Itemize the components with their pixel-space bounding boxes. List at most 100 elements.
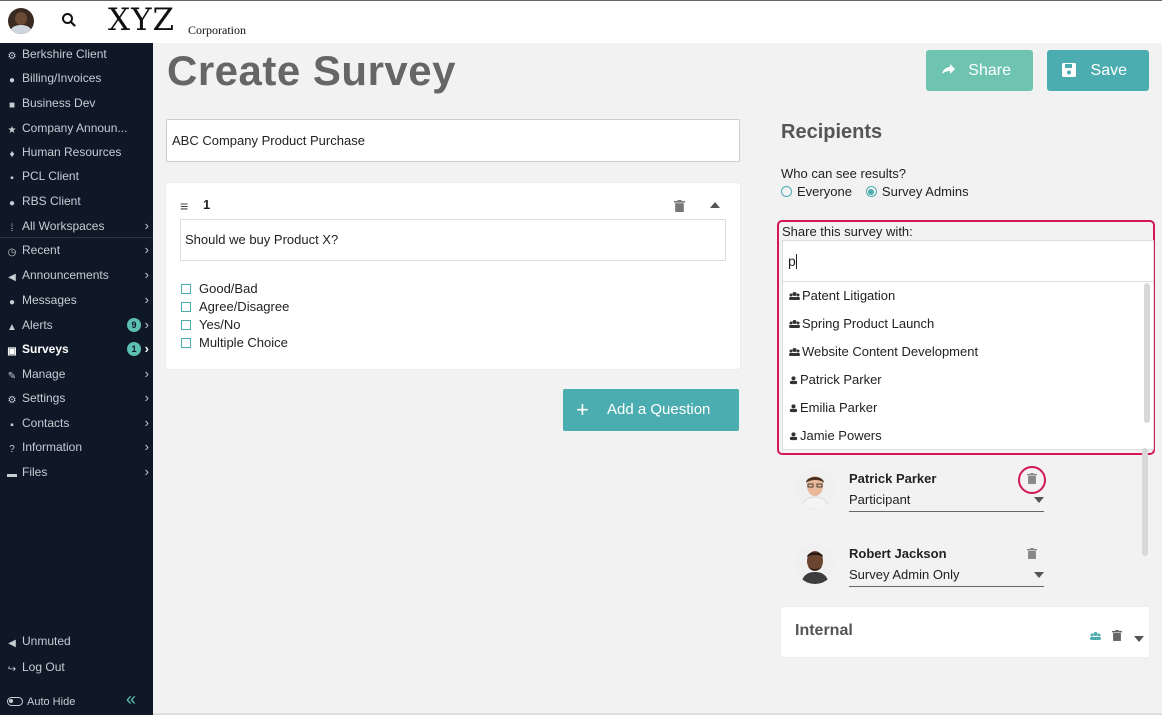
chevron-right-icon: ›	[144, 366, 149, 381]
chevron-right-icon: ›	[144, 218, 149, 233]
add-question-button[interactable]: + Add a Question	[563, 389, 739, 431]
sidebar-item-berkshire-client[interactable]: ⚙ Berkshire Client	[0, 42, 153, 66]
recipient-role-value: Participant	[849, 492, 911, 507]
suggestion-item[interactable]: Patent Litigation	[789, 282, 895, 310]
collapse-sidebar-icon[interactable]: «	[126, 689, 136, 710]
sidebar-item-label: Alerts	[22, 318, 53, 332]
answer-option[interactable]: Multiple Choice	[181, 334, 288, 352]
chevron-down-icon[interactable]	[1134, 636, 1144, 642]
sidebar-item-manage[interactable]: ✎ Manage ›	[0, 362, 153, 386]
search-icon[interactable]	[60, 11, 78, 29]
group-icon	[789, 320, 800, 328]
sidebar-item-billing-invoices[interactable]: ● Billing/Invoices	[0, 66, 153, 90]
trash-icon[interactable]	[674, 200, 685, 212]
sidebar-item-recent[interactable]: ◷ Recent ›	[0, 238, 153, 262]
question-number: 1	[203, 197, 211, 212]
sidebar-item-label: Information	[22, 440, 83, 454]
globe-icon: ●	[8, 198, 16, 209]
checkbox-icon[interactable]	[181, 302, 191, 312]
suggestion-label: Patent Litigation	[802, 288, 896, 303]
recipient-role-select[interactable]: Survey Admin Only	[849, 566, 1044, 587]
briefcase-icon: ▪	[10, 173, 14, 184]
drag-handle-icon[interactable]: ≡	[180, 198, 188, 214]
suggestion-label: Spring Product Launch	[802, 316, 935, 331]
sidebar-item-surveys[interactable]: ▣ Surveys 1 ›	[0, 337, 153, 361]
share-button[interactable]: Share	[926, 50, 1033, 91]
share-suggestions-dropdown: Patent Litigation Spring Product Launch …	[782, 282, 1154, 450]
suggestion-item[interactable]: Emilia Parker	[789, 394, 877, 422]
recipient-role-select[interactable]: Participant	[849, 491, 1044, 512]
chevron-down-icon	[1034, 497, 1044, 503]
gear-icon: ⚙	[7, 51, 17, 62]
share-search-input[interactable]: p	[782, 240, 1154, 282]
answer-option[interactable]: Agree/Disagree	[181, 298, 289, 316]
sidebar-item-files[interactable]: ▬ Files ›	[0, 460, 153, 484]
sidebar-item-announcements[interactable]: ◀ Announcements ›	[0, 263, 153, 287]
answer-option[interactable]: Good/Bad	[181, 280, 258, 298]
results-visibility-radio-group: Everyone Survey Admins	[781, 184, 969, 199]
answer-option[interactable]: Yes/No	[181, 316, 240, 334]
recipients-scrollbar[interactable]	[1142, 448, 1148, 556]
sidebar-item-contacts[interactable]: ▪ Contacts ›	[0, 411, 153, 435]
chevron-right-icon: ›	[144, 341, 149, 356]
radio-survey-admins-label: Survey Admins	[881, 184, 969, 199]
sidebar-item-rbs-client[interactable]: ● RBS Client	[0, 189, 153, 213]
sidebar-item-messages[interactable]: ● Messages ›	[0, 288, 153, 312]
checkbox-icon[interactable]	[181, 284, 191, 294]
autohide-label: Auto Hide	[27, 696, 76, 708]
sidebar-item-label: Human Resources	[22, 145, 122, 159]
group-icon	[789, 292, 800, 300]
dropdown-scrollbar[interactable]	[1144, 283, 1150, 423]
survey-title-input[interactable]: ABC Company Product Purchase	[166, 119, 740, 162]
sidebar-item-pcl-client[interactable]: ▪ PCL Client	[0, 164, 153, 188]
radio-everyone[interactable]: Everyone	[781, 184, 852, 199]
grid-icon: ⁞	[10, 223, 14, 234]
sidebar-item-label: Contacts	[22, 416, 70, 430]
suggestion-item[interactable]: Website Content Development	[789, 338, 978, 366]
collapse-question-icon[interactable]	[710, 202, 720, 208]
sidebar-item-label: Surveys	[22, 342, 69, 356]
sidebar-item-business-dev[interactable]: ■ Business Dev	[0, 91, 153, 115]
radio-everyone-label: Everyone	[797, 184, 852, 199]
chat-icon: ●	[8, 297, 16, 308]
logout-label: Log Out	[22, 660, 65, 674]
sidebar-item-label: PCL Client	[22, 169, 79, 183]
sidebar-item-label: Settings	[22, 391, 66, 405]
suggestion-item[interactable]: Spring Product Launch	[789, 310, 934, 338]
chevron-right-icon: ›	[144, 242, 149, 257]
sidebar-item-label: Billing/Invoices	[22, 71, 102, 85]
internal-group-card[interactable]: Internal	[781, 607, 1149, 657]
save-button[interactable]: Save	[1047, 50, 1149, 91]
answer-option-label: Good/Bad	[199, 281, 258, 296]
sidebar-item-label: Berkshire Client	[22, 47, 107, 61]
user-avatar[interactable]	[8, 8, 34, 34]
sidebar-item-human-resources[interactable]: ♦ Human Resources	[0, 140, 153, 164]
sidebar-item-all-workspaces[interactable]: ⁞ All Workspaces ›	[0, 214, 153, 238]
unmuted-toggle[interactable]: ◀ Unmuted	[0, 629, 153, 653]
radio-survey-admins[interactable]: Survey Admins	[865, 184, 969, 199]
trash-icon[interactable]	[1027, 548, 1037, 559]
suggestion-item[interactable]: Patrick Parker	[789, 366, 882, 394]
chevron-down-icon	[1034, 572, 1044, 578]
pencil-icon: ✎	[7, 371, 17, 382]
sidebar-item-company-announcements[interactable]: ★ Company Announ...	[0, 116, 153, 140]
question-text-input[interactable]: Should we buy Product X?	[180, 219, 726, 261]
radio-button-selected-icon[interactable]	[865, 186, 877, 197]
suggestion-item[interactable]: Jamie Powers	[789, 422, 882, 450]
folder-icon: ▬	[7, 469, 17, 480]
trash-icon[interactable]	[1112, 630, 1122, 641]
checkbox-icon[interactable]	[181, 338, 191, 348]
recipients-heading: Recipients	[781, 121, 883, 143]
sidebar-item-label: Files	[22, 465, 48, 479]
checkbox-icon[interactable]	[181, 320, 191, 330]
sidebar-item-settings[interactable]: ⚙ Settings ›	[0, 386, 153, 410]
group-icon	[789, 348, 800, 356]
sidebar-item-alerts[interactable]: ▲ Alerts 9 ›	[0, 313, 153, 337]
radio-button-icon[interactable]	[781, 186, 792, 197]
text-cursor	[795, 254, 797, 269]
sidebar-item-information[interactable]: ? Information ›	[0, 435, 153, 459]
logout-button[interactable]: ↪ Log Out	[0, 655, 153, 679]
person-icon	[789, 376, 798, 385]
company-logo-subtitle: Corporation	[188, 23, 246, 37]
suggestion-label: Website Content Development	[802, 344, 979, 359]
